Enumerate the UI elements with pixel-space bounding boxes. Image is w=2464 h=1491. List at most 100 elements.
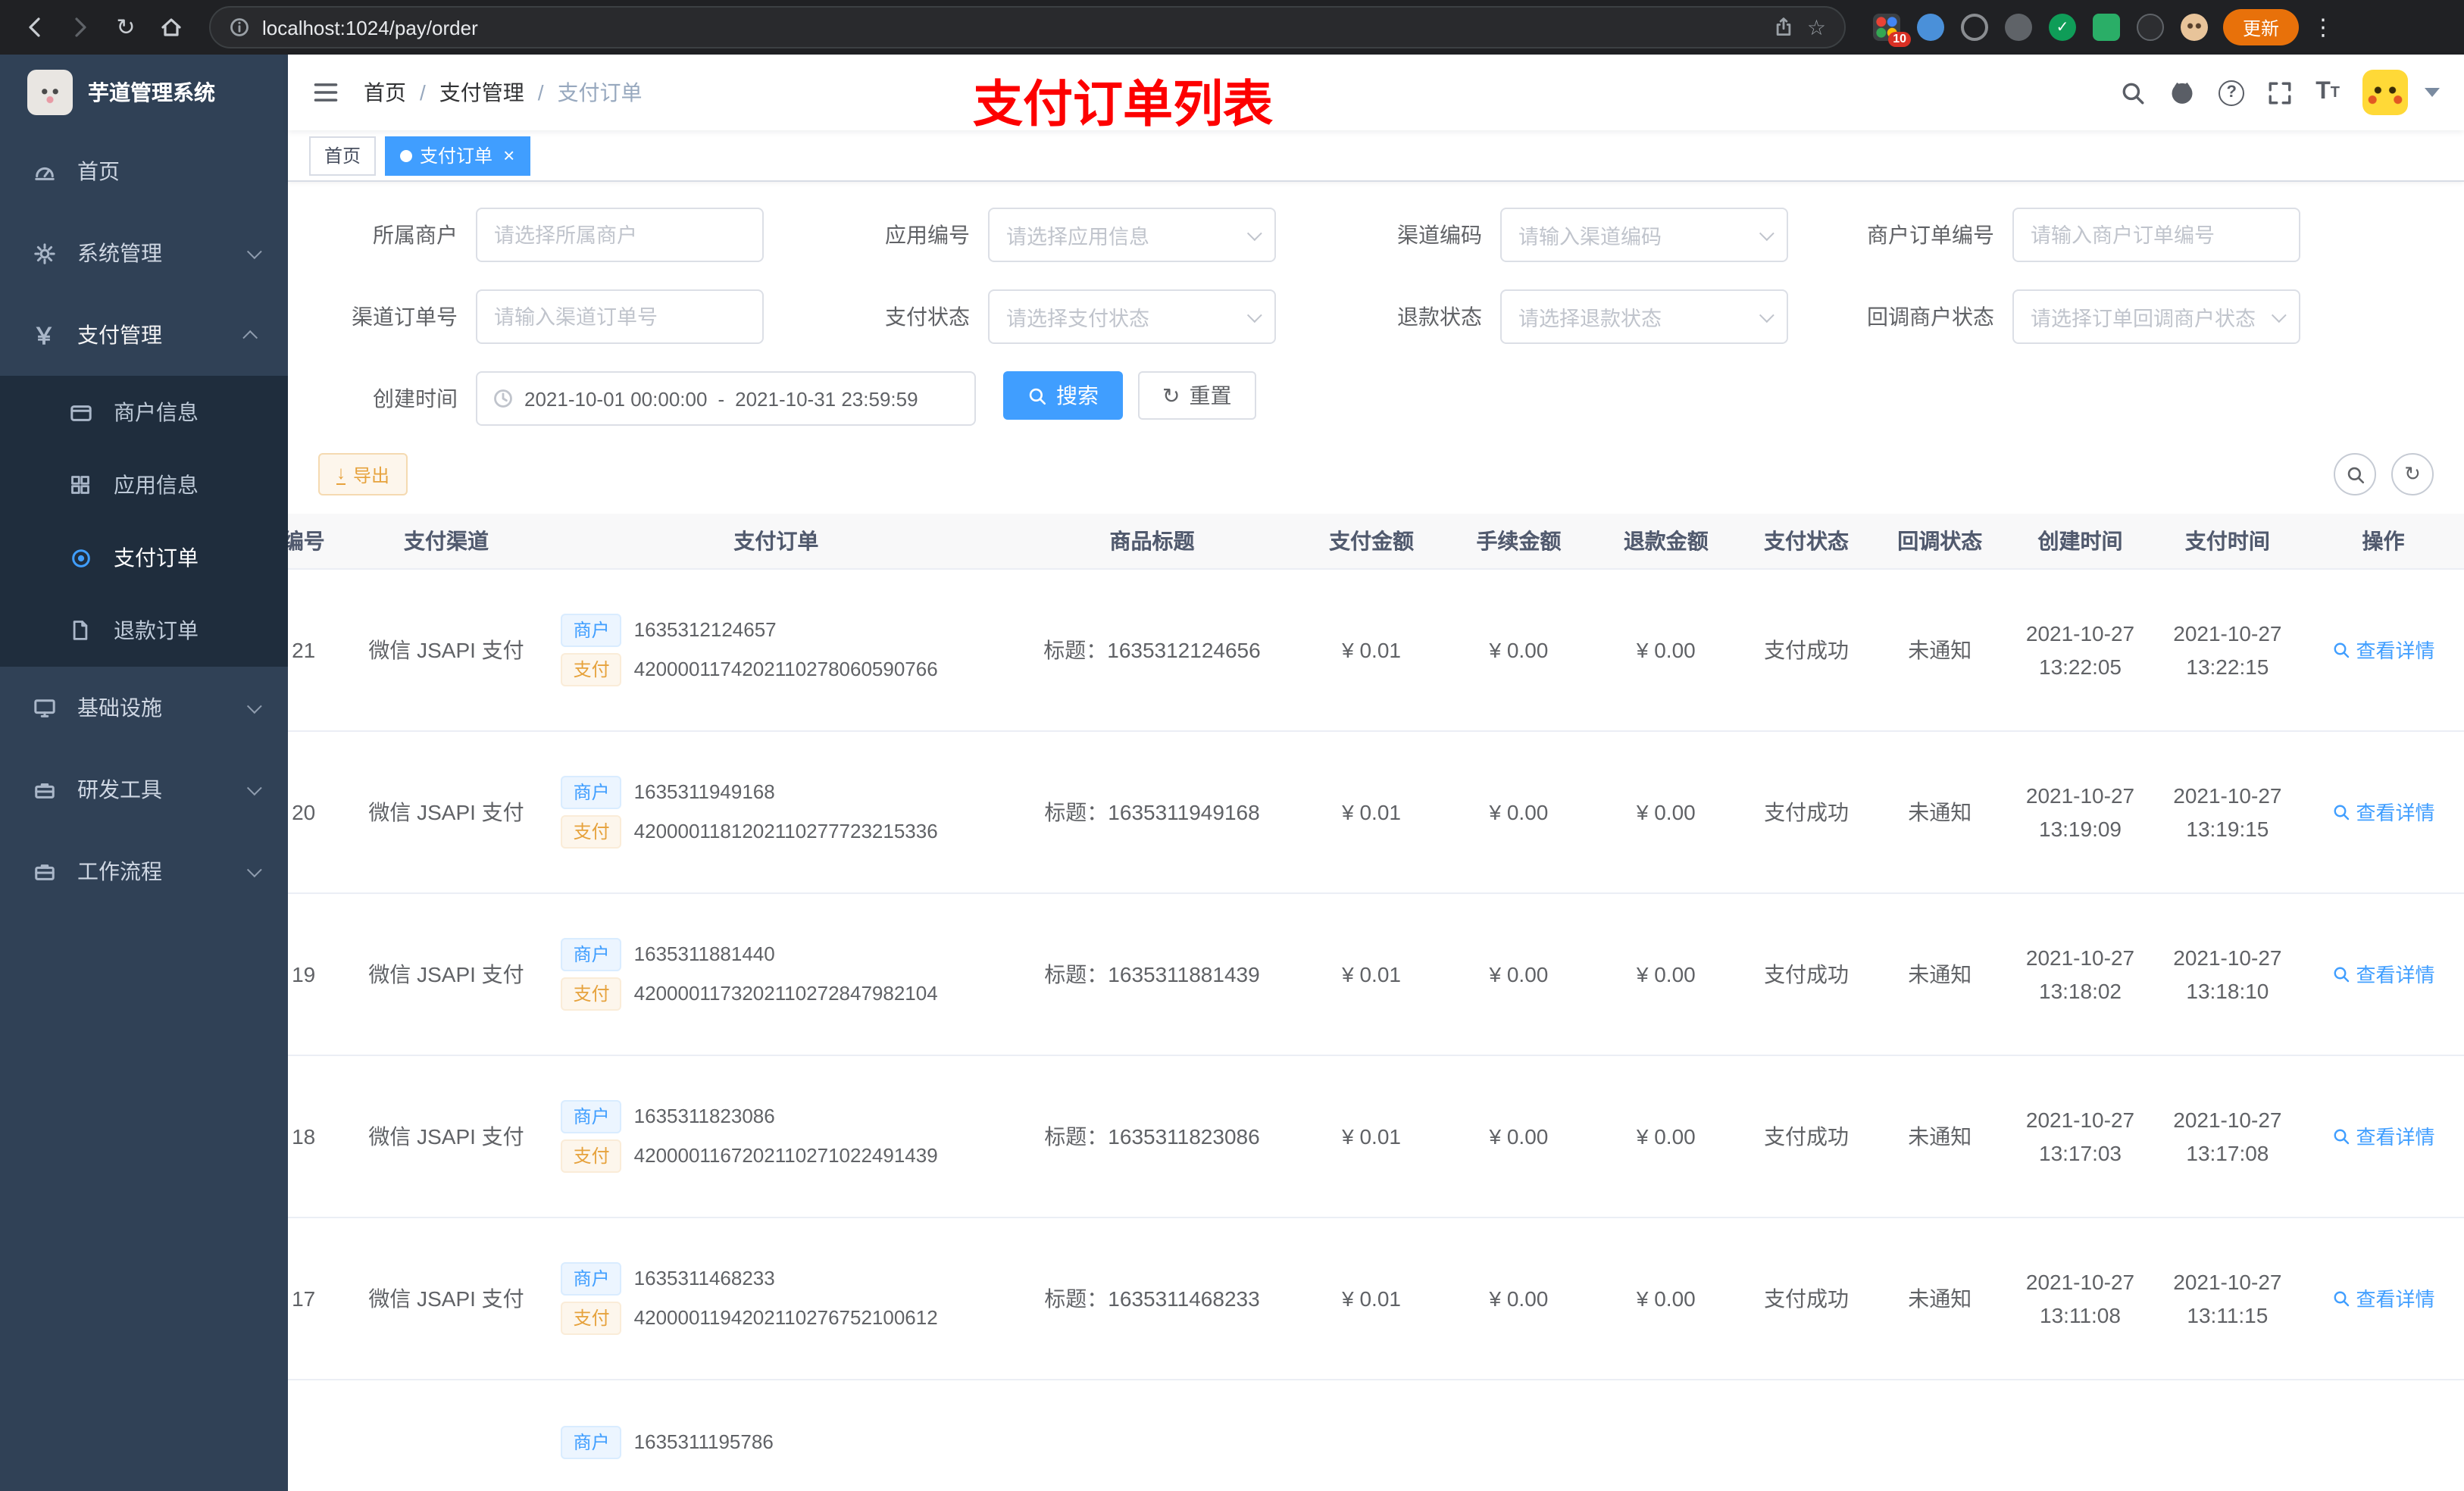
merchant-input[interactable] <box>476 208 764 262</box>
cell-fee: ¥ 0.00 <box>1445 1055 1593 1217</box>
channel-code-select[interactable]: 请输入渠道编码 <box>1500 208 1788 262</box>
merchant-order-no-field[interactable] <box>2031 223 2282 246</box>
range-separator: - <box>718 387 725 410</box>
cell-id: 18 <box>288 1055 347 1217</box>
col-order: 支付订单 <box>546 514 1007 569</box>
tab-label: 首页 <box>324 145 361 167</box>
extension-icon[interactable] <box>1961 14 1988 41</box>
view-detail-link[interactable]: 查看详情 <box>2332 1283 2435 1312</box>
extension-icon[interactable] <box>2005 14 2032 41</box>
cell-pay-time <box>2154 1379 2301 1491</box>
extensions-pin-icon[interactable] <box>2137 14 2164 41</box>
channel-order-no-field[interactable] <box>494 305 746 328</box>
view-detail-link[interactable]: 查看详情 <box>2332 1121 2435 1150</box>
pay-tag: 支付 <box>561 652 622 686</box>
sidebar-item-pay-order[interactable]: 支付订单 <box>0 521 288 594</box>
export-button[interactable]: ↓ 导出 <box>318 453 408 495</box>
sidebar-item-app-info[interactable]: 应用信息 <box>0 449 288 521</box>
pay-order-no: 4200001181202110277723215336 <box>633 820 938 842</box>
cell-actions: 查看详情 <box>2301 1055 2464 1217</box>
browser-back-icon[interactable] <box>15 8 55 47</box>
fullscreen-icon[interactable] <box>2267 80 2293 105</box>
cell-actions: 查看详情 <box>2301 892 2464 1055</box>
merchant-order-no: 1635311468233 <box>633 1267 775 1289</box>
browser-forward-icon[interactable] <box>61 8 100 47</box>
breadcrumb-pay[interactable]: 支付管理 <box>439 77 524 108</box>
merchant-tag: 商户 <box>561 937 622 971</box>
view-detail-link[interactable]: 查看详情 <box>2332 635 2435 664</box>
pay-status-select[interactable]: 请选择支付状态 <box>988 289 1276 344</box>
sidebar-fold-icon[interactable] <box>312 79 339 106</box>
search-button-label: 搜索 <box>1056 383 1099 408</box>
extension-icon[interactable] <box>1917 14 1944 41</box>
yen-icon: ￥ <box>32 324 55 349</box>
filter-label: 渠道编码 <box>1397 223 1482 247</box>
cell-pay-time: 2021-10-27 13:19:15 <box>2153 730 2302 893</box>
create-time-range-picker[interactable]: 2021-10-01 00:00:00 - 2021-10-31 23:59:5… <box>476 371 976 426</box>
merchant-input-field[interactable] <box>494 223 746 246</box>
sidebar-item-devtools[interactable]: 研发工具 <box>0 749 288 830</box>
filter-label: 退款状态 <box>1397 305 1482 329</box>
browser-update-button[interactable]: 更新 <box>2223 9 2300 45</box>
refresh-table-button[interactable]: ↻ <box>2391 453 2434 495</box>
sidebar-item-infra[interactable]: 基础设施 <box>0 667 288 749</box>
pay-order-no: 4200001194202110276752100612 <box>633 1306 938 1329</box>
help-icon[interactable]: ? <box>2219 80 2245 105</box>
sidebar-item-merchant-info[interactable]: 商户信息 <box>0 376 288 449</box>
cell-create-time: 2021-10-27 13:22:05 <box>2006 568 2154 731</box>
cell-channel: 微信 JSAPI 支付 <box>346 730 546 893</box>
extension-badge: 10 <box>1888 32 1911 47</box>
filter-refund-status: 退款状态 请选择退款状态 <box>1343 289 1788 344</box>
sidebar-logo[interactable]: 芋道管理系统 <box>0 55 288 130</box>
sidebar-item-workflow[interactable]: 工作流程 <box>0 830 288 912</box>
bookmark-star-icon[interactable]: ☆ <box>1807 14 1826 40</box>
tab-pay-order[interactable]: 支付订单 × <box>385 136 530 175</box>
sidebar-item-system[interactable]: 系统管理 <box>0 212 288 294</box>
notify-status-select[interactable]: 请选择订单回调商户状态 <box>2012 289 2300 344</box>
cell-order: 商户 1635311823086 支付 4200001167202110271022… <box>546 1055 1007 1217</box>
browser-home-icon[interactable] <box>152 8 191 47</box>
extension-icon[interactable]: ✓ <box>2049 14 2076 41</box>
pay-tag: 支付 <box>561 814 622 848</box>
browser-menu-icon[interactable]: ⋮ <box>2308 14 2338 41</box>
browser-profile-avatar[interactable] <box>2181 14 2208 41</box>
channel-order-no-input[interactable] <box>476 289 764 344</box>
table-row-partial: 商户 1635311195786 <box>288 1379 2464 1491</box>
address-bar[interactable]: localhost:1024/pay/order ☆ <box>209 6 1846 48</box>
download-icon: ↓ <box>336 462 346 485</box>
sidebar-item-refund-order[interactable]: 退款订单 <box>0 594 288 667</box>
toolbox-icon <box>27 778 61 801</box>
extension-icon[interactable]: 10 <box>1873 14 1911 47</box>
user-avatar[interactable] <box>2362 70 2408 115</box>
extension-icon[interactable] <box>2093 14 2120 41</box>
cell-notify: 未通知 <box>1873 892 2007 1055</box>
view-detail-link[interactable]: 查看详情 <box>2332 797 2435 826</box>
view-detail-label: 查看详情 <box>2356 802 2435 824</box>
merchant-order-no-input[interactable] <box>2012 208 2300 262</box>
url-text[interactable]: localhost:1024/pay/order <box>262 16 1762 39</box>
sidebar-item-home[interactable]: 首页 <box>0 130 288 212</box>
browser-reload-icon[interactable]: ↻ <box>106 8 145 47</box>
view-detail-link[interactable]: 查看详情 <box>2332 959 2435 988</box>
breadcrumb-current: 支付订单 <box>557 80 643 105</box>
share-icon[interactable] <box>1774 17 1795 38</box>
toggle-search-button[interactable] <box>2334 453 2376 495</box>
cell-channel: 微信 JSAPI 支付 <box>346 892 546 1055</box>
site-info-icon[interactable] <box>229 17 250 38</box>
reset-button[interactable]: ↻ 重置 <box>1138 371 1256 420</box>
col-amount: 支付金额 <box>1297 514 1446 569</box>
search-button[interactable]: 搜索 <box>1003 371 1123 420</box>
active-tab-dot <box>400 149 413 161</box>
close-icon[interactable]: × <box>503 145 514 165</box>
tab-home[interactable]: 首页 <box>309 136 377 175</box>
refund-status-select[interactable]: 请选择退款状态 <box>1500 289 1788 344</box>
user-menu-caret-icon[interactable] <box>2425 88 2440 97</box>
breadcrumb-home[interactable]: 首页 <box>364 77 406 108</box>
table-row: 17 微信 JSAPI 支付 商户 1635311468233 支付 4200001… <box>288 1217 2464 1380</box>
cell-id: 21 <box>288 568 347 731</box>
sidebar-item-pay[interactable]: ￥ 支付管理 <box>0 294 288 376</box>
app-select[interactable]: 请选择应用信息 <box>988 208 1276 262</box>
github-icon[interactable] <box>2169 79 2196 106</box>
search-icon[interactable] <box>2120 80 2146 105</box>
font-size-icon[interactable]: TT <box>2315 79 2340 106</box>
